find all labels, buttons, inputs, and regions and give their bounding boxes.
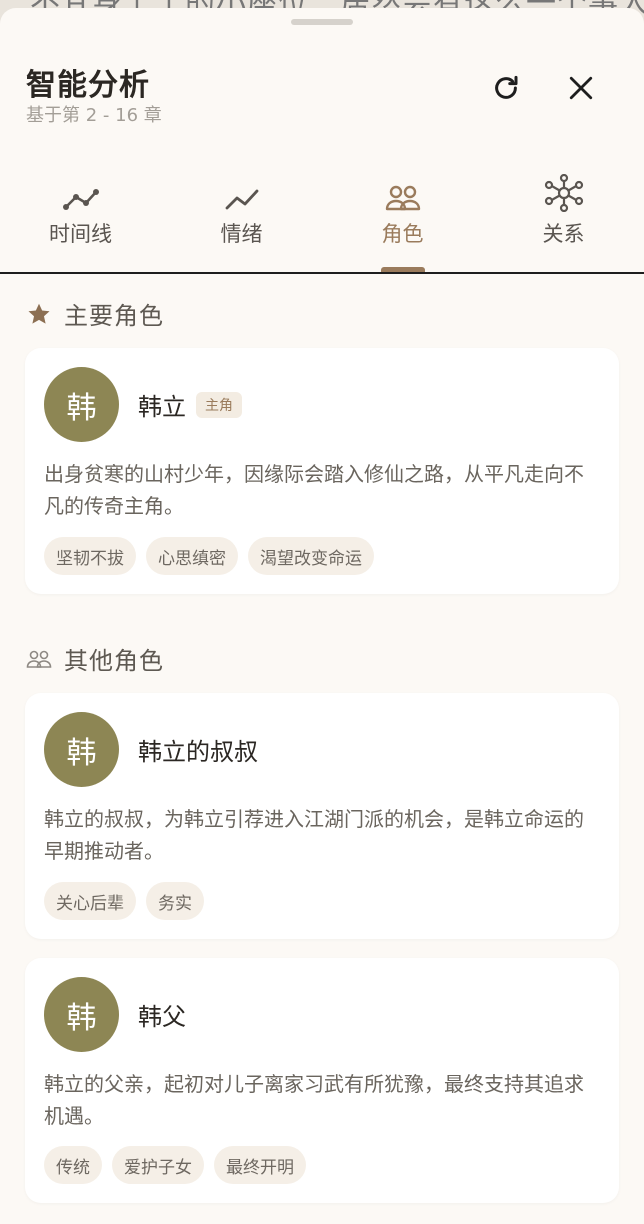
trait-tags: 坚韧不拔 心思缜密 渴望改变命运 xyxy=(44,537,374,575)
people-outline-icon xyxy=(26,650,52,668)
character-card[interactable]: 韩 韩立的叔叔 韩立的叔叔，为韩立引荐进入江湖门派的机会，是韩立命运的早期推动者… xyxy=(25,693,619,939)
trait-tag: 坚韧不拔 xyxy=(44,537,136,575)
tab-label: 关系 xyxy=(542,222,585,246)
avatar: 韩 xyxy=(44,712,119,787)
sheet-title: 智能分析 xyxy=(26,68,150,103)
network-icon xyxy=(544,174,583,212)
trait-tag: 务实 xyxy=(146,882,204,920)
tab-relations[interactable]: 关系 xyxy=(483,166,644,272)
character-card[interactable]: 韩 韩立 主角 出身贫寒的山村少年，因缘际会踏入修仙之路，从平凡走向不凡的传奇主… xyxy=(25,348,619,594)
tab-emotion[interactable]: 情绪 xyxy=(161,166,322,272)
trait-tag: 最终开明 xyxy=(214,1146,306,1184)
timeline-icon xyxy=(62,189,99,210)
other-characters-heading: 其他角色 xyxy=(26,641,164,676)
avatar: 韩 xyxy=(44,367,119,442)
trait-tag: 传统 xyxy=(44,1146,102,1184)
character-name: 韩立的叔叔 xyxy=(138,738,258,766)
trait-tags: 传统 爱护子女 最终开明 xyxy=(44,1146,306,1184)
section-title: 主要角色 xyxy=(64,302,164,330)
close-icon xyxy=(569,76,593,100)
character-name: 韩立 xyxy=(138,393,186,421)
main-characters-heading: 主要角色 xyxy=(26,296,164,331)
tab-label: 角色 xyxy=(381,222,424,246)
character-name: 韩父 xyxy=(138,1003,186,1031)
trait-tag: 爱护子女 xyxy=(112,1146,204,1184)
avatar: 韩 xyxy=(44,977,119,1052)
trait-tag: 心思缜密 xyxy=(146,537,238,575)
people-icon xyxy=(385,185,420,211)
character-name-row: 韩立的叔叔 xyxy=(138,732,258,767)
character-description: 出身贫寒的山村少年，因缘际会踏入修仙之路，从平凡走向不凡的传奇主角。 xyxy=(44,462,584,518)
character-name-row: 韩立 主角 xyxy=(138,387,242,422)
close-button[interactable] xyxy=(559,66,603,110)
character-name-row: 韩父 xyxy=(138,997,186,1032)
tab-label: 情绪 xyxy=(220,222,263,246)
characters-panel[interactable]: 主要角色 韩 韩立 主角 出身贫寒的山村少年，因缘际会踏入修仙之路，从平凡走向不… xyxy=(0,268,644,1216)
tab-characters[interactable]: 角色 xyxy=(322,166,483,272)
refresh-icon xyxy=(495,75,518,99)
trait-tag: 渴望改变命运 xyxy=(248,537,374,575)
section-title: 其他角色 xyxy=(64,647,164,675)
character-description: 韩立的父亲，起初对儿子离家习武有所犹豫，最终支持其追求机遇。 xyxy=(44,1072,584,1128)
role-badge: 主角 xyxy=(196,391,242,418)
tab-label: 时间线 xyxy=(49,222,112,246)
trend-icon xyxy=(225,189,258,210)
refresh-button[interactable] xyxy=(484,66,528,110)
trait-tag: 关心后辈 xyxy=(44,882,136,920)
analysis-tabs: 时间线 情绪 角色 关系 xyxy=(0,166,644,274)
star-icon xyxy=(28,303,50,324)
trait-tags: 关心后辈 务实 xyxy=(44,882,204,920)
drag-handle[interactable] xyxy=(291,19,353,25)
character-card[interactable]: 韩 韩父 韩立的父亲，起初对儿子离家习武有所犹豫，最终支持其追求机遇。 传统 爱… xyxy=(25,958,619,1203)
tab-timeline[interactable]: 时间线 xyxy=(0,166,161,272)
character-description: 韩立的叔叔，为韩立引荐进入江湖门派的机会，是韩立命运的早期推动者。 xyxy=(44,807,584,863)
chapter-range-subtitle: 基于第 2 - 16 章 xyxy=(26,105,162,126)
